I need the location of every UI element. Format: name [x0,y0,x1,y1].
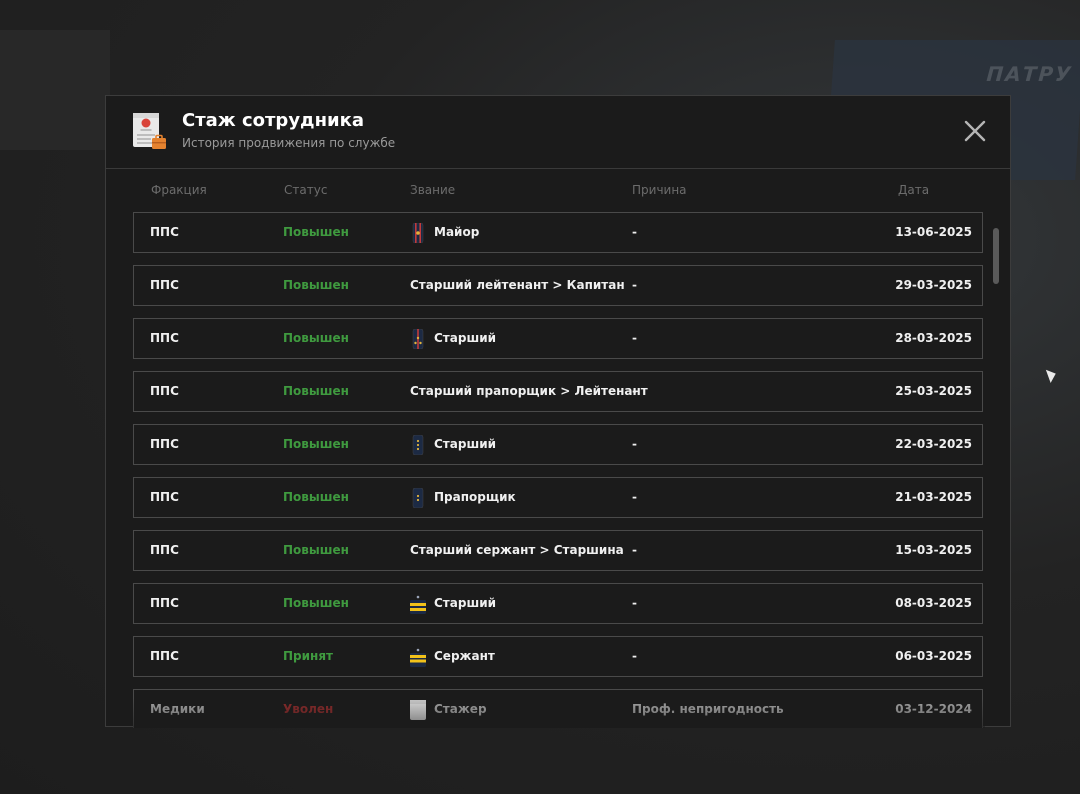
row-date: 22-03-2025 [895,437,972,451]
row-reason: Проф. непригодность [632,702,784,716]
table-row: Медики Уволен Стажер Проф. непригодность… [133,689,983,728]
personnel-document-icon [133,113,166,149]
scrollbar-thumb[interactable] [993,228,999,284]
row-reason: - [632,278,637,292]
row-status: Повышен [283,543,349,557]
modal-subtitle: История продвижения по службе [182,136,396,150]
modal-title: Стаж сотрудника [182,110,365,131]
row-rank: Старший [434,437,497,451]
background-banner-text: ПАТРУ [985,62,1074,86]
row-date: 21-03-2025 [895,490,972,504]
table-row: ППС Принят Сержант - 06-03-2025 [133,636,983,677]
row-rank: Старший сержант > Старшина [410,543,624,557]
row-rank: Майор [434,225,480,239]
table-row: ППС Повышен Майор - 13-06-2025 [133,212,983,253]
row-rank-cell: Старший прапорщик > Лейтенант [410,372,648,411]
row-faction: ППС [150,384,179,398]
row-rank: Старший [434,331,497,345]
row-faction: ППС [150,596,179,610]
row-date: 15-03-2025 [895,543,972,557]
row-rank-cell: Старший [410,584,496,623]
row-date: 28-03-2025 [895,331,972,345]
warrant-officer-epaulette-icon [412,487,424,508]
row-status: Повышен [283,490,349,504]
column-header-faction: Фракция [151,183,207,197]
row-faction: ППС [150,649,179,663]
table-row: ППС Повышен Старший прапорщик > Лейтенан… [133,371,983,412]
row-rank-cell: Старший [410,425,496,464]
row-faction: ППС [150,437,179,451]
row-rank: Сержант [434,649,495,663]
row-rank: Старший лейтенант > Капитан [410,278,625,292]
row-status: Принят [283,649,333,663]
row-rank-cell: Старший сержант > Старшина [410,531,624,570]
intern-badge-icon [410,699,426,720]
background-hud-panel [0,30,110,150]
table-row: ППС Повышен Прапорщик - 21-03-2025 [133,477,983,518]
row-reason: - [632,596,637,610]
row-reason: - [632,225,637,239]
row-status: Уволен [283,702,334,716]
row-rank: Старший прапорщик > Лейтенант [410,384,648,398]
senior-warrant-officer-epaulette-icon [412,434,424,455]
major-epaulette-icon [412,222,424,243]
row-rank-cell: Старший лейтенант > Капитан [410,266,625,305]
row-date: 29-03-2025 [895,278,972,292]
column-header-date: Дата [898,183,930,197]
row-faction: Медики [150,702,205,716]
row-faction: ППС [150,490,179,504]
row-status: Повышен [283,225,349,239]
row-reason: - [632,437,637,451]
row-faction: ППС [150,543,179,557]
service-history-modal: Стаж сотрудника История продвижения по с… [105,95,1011,728]
row-reason: - [632,331,637,345]
row-reason: - [632,543,637,557]
column-header-rank: Звание [410,183,456,197]
table-row: ППС Повышен Старший сержант > Старшина -… [133,530,983,571]
table-row: ППС Повышен Старший - 08-03-2025 [133,583,983,624]
row-rank-cell: Сержант [410,637,495,676]
row-status: Повышен [283,331,349,345]
row-rank-cell: Майор [410,213,479,252]
row-date: 25-03-2025 [895,384,972,398]
close-icon[interactable] [964,120,986,142]
row-date: 06-03-2025 [895,649,972,663]
table-row: ППС Повышен Старший - 22-03-2025 [133,424,983,465]
row-rank-cell: Прапорщик [410,478,516,517]
row-rank: Старший [434,596,497,610]
row-status: Повышен [283,437,349,451]
row-reason: - [632,384,637,398]
senior-sergeant-epaulette-icon [410,595,426,614]
row-status: Повышен [283,596,349,610]
row-status: Повышен [283,384,349,398]
table-header: Фракция Статус Звание Причина Дата [106,183,1010,199]
row-faction: ППС [150,225,179,239]
column-header-reason: Причина [632,183,687,197]
row-rank: Стажер [434,702,487,716]
senior-lieutenant-epaulette-icon [412,328,424,349]
row-rank-cell: Старший [410,319,496,358]
row-date: 03-12-2024 [895,702,972,716]
row-reason: - [632,649,637,663]
sergeant-epaulette-icon [410,648,426,667]
row-faction: ППС [150,278,179,292]
row-rank: Прапорщик [434,490,516,504]
row-date: 08-03-2025 [895,596,972,610]
table-row: ППС Повышен Старший - 28-03-2025 [133,318,983,359]
modal-header: Стаж сотрудника История продвижения по с… [106,96,1010,169]
row-status: Повышен [283,278,349,292]
row-faction: ППС [150,331,179,345]
row-reason: - [632,490,637,504]
history-list[interactable]: ППС Повышен Майор - 13-06-2025 ППС Повыш… [133,212,985,728]
row-rank-cell: Стажер [410,690,487,728]
column-header-status: Статус [284,183,328,197]
table-row: ППС Повышен Старший лейтенант > Капитан … [133,265,983,306]
row-date: 13-06-2025 [895,225,972,239]
